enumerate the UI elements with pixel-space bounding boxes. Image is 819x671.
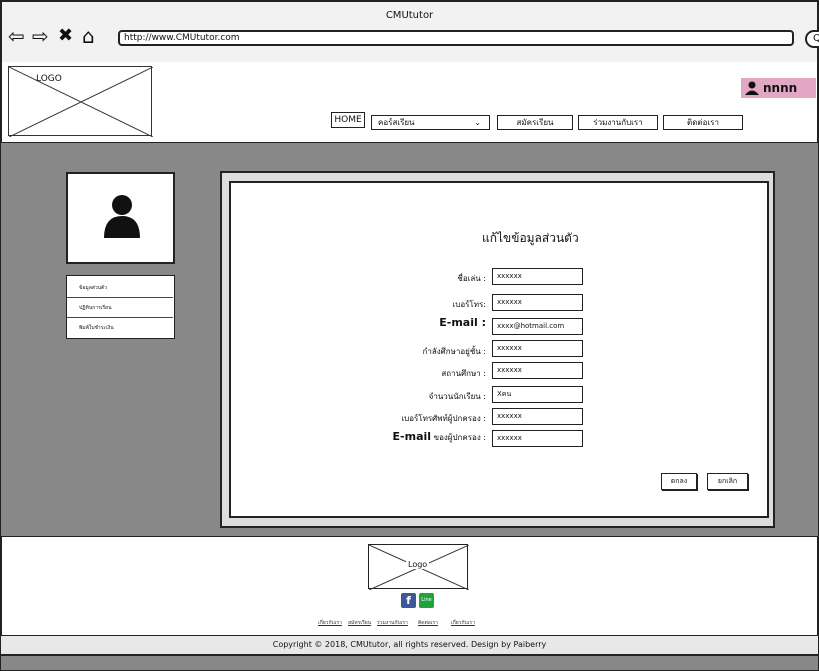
confirm-button[interactable]: ตกลง (661, 473, 697, 490)
label-parent-email-suffix: ของผู้ปกครอง : (433, 433, 486, 442)
sidebar-item-profile[interactable]: ข้อมูลส่วนตัว (67, 278, 173, 298)
footer-link-contact[interactable]: ติดต่อเรา (418, 619, 438, 627)
grade-field[interactable]: xxxxxx (492, 340, 583, 357)
facebook-icon[interactable]: f (401, 593, 416, 608)
user-avatar-icon (104, 195, 140, 238)
nav-join-us[interactable]: ร่วมงานกับเรา (578, 115, 658, 130)
footer-link-about[interactable]: เกี่ยวกับเรา (318, 619, 342, 627)
user-name: nnnn (763, 81, 798, 95)
label-grade: กำลังศึกษาอยู่ชั้น : (422, 347, 486, 356)
nav-courses-dropdown[interactable]: คอร์สเรียน ⌄ (371, 115, 490, 130)
bottom-strip (0, 655, 819, 671)
back-arrow-icon[interactable]: ⇦ (8, 26, 25, 46)
parent-phone-field[interactable]: xxxxxx (492, 408, 583, 425)
sidebar-item-schedule[interactable]: ปฏิทินการเรียน (67, 298, 173, 318)
line-icon[interactable]: Line (419, 593, 434, 608)
sidebar-item-payment[interactable]: พิมพ์ใบชำระเงิน (67, 318, 173, 338)
label-phone: เบอร์โทร: (452, 300, 486, 309)
email-field[interactable]: xxxx@hotmail.com (492, 318, 583, 335)
footer-link-about-2[interactable]: เกี่ยวกับเรา (451, 619, 475, 627)
nav-courses-label: คอร์สเรียน (378, 118, 415, 127)
home-icon[interactable]: ⌂ (82, 26, 95, 46)
label-parent-email-prefix: E-mail (392, 430, 432, 443)
label-email: E-mail : (439, 316, 486, 329)
footer-logo-text: Logo (406, 560, 430, 569)
logo-text: LOGO (36, 74, 62, 84)
window-title: CMUtutor (385, 10, 434, 21)
sidebar-menu: ข้อมูลส่วนตัว ปฏิทินการเรียน พิมพ์ใบชำระ… (66, 275, 175, 339)
logo-placeholder (8, 66, 153, 137)
parent-email-field[interactable]: xxxxxx (492, 430, 583, 447)
label-student-count: จำนวนนักเรียน : (428, 392, 486, 401)
search-icon[interactable]: Q (805, 30, 819, 48)
profile-avatar (66, 172, 175, 264)
student-count-field[interactable]: Xคน (492, 386, 583, 403)
footer-link-register[interactable]: สมัครเรียน (348, 619, 371, 627)
form-title: แก้ไขข้อมูลส่วนตัว (482, 231, 579, 245)
label-nickname: ชื่อเล่น : (457, 274, 486, 283)
forward-arrow-icon[interactable]: ⇨ (32, 26, 49, 46)
nav-contact[interactable]: ติดต่อเรา (663, 115, 743, 130)
footer-link-join[interactable]: ร่วมงานกับเรา (377, 619, 408, 627)
label-school: สถานศึกษา : (441, 369, 486, 378)
nav-register[interactable]: สมัครเรียน (497, 115, 573, 130)
cancel-button[interactable]: ยกเลิก (707, 473, 748, 490)
phone-field[interactable]: xxxxxx (492, 294, 583, 311)
school-field[interactable]: xxxxxx (492, 362, 583, 379)
nav-home[interactable]: HOME (331, 112, 365, 128)
chevron-down-icon: ⌄ (474, 118, 481, 127)
copyright-text: Copyright © 2018, CMUtutor, all rights r… (0, 635, 819, 655)
close-x-icon[interactable]: ✖ (58, 26, 73, 46)
url-bar[interactable]: http://www.CMUtutor.com (118, 30, 794, 46)
nickname-field[interactable]: xxxxxx (492, 268, 583, 285)
label-parent-email: E-mail ของผู้ปกครอง : (301, 430, 486, 444)
user-icon (745, 81, 759, 95)
label-parent-phone: เบอร์โทรศัพท์ผู้ปกครอง : (401, 414, 486, 423)
